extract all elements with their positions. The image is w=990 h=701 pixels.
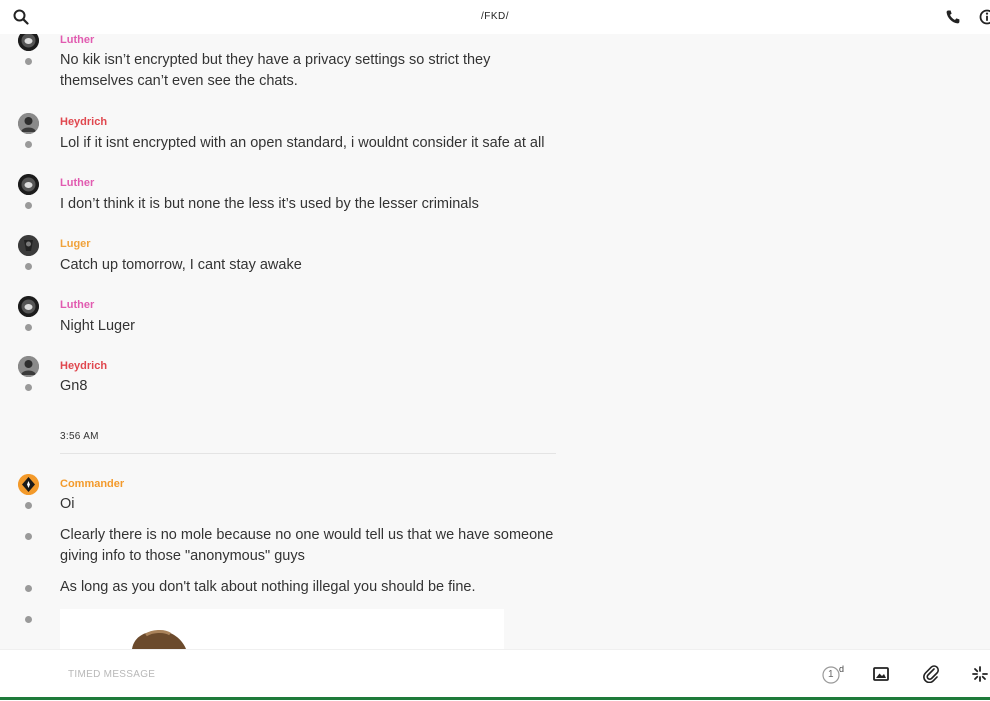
divider [60,453,556,454]
composer-bar: TIMED MESSAGE 1 d [0,649,990,701]
sender-name[interactable]: Luther [60,177,94,189]
message-list[interactable]: Luther No kik isn’t encrypted but they h… [0,34,990,649]
read-indicator [25,616,32,623]
sticker-icon[interactable] [972,666,988,682]
avatar[interactable] [18,174,39,195]
avatar[interactable] [18,235,39,256]
message-text[interactable]: Oi [60,494,560,515]
message-line: Oi [60,494,560,515]
timestamp: 3:56 AM [60,431,99,442]
read-indicator [25,502,32,509]
avatar[interactable] [18,356,39,377]
sender-name[interactable]: Heydrich [60,116,107,128]
message-input[interactable]: TIMED MESSAGE [68,669,155,680]
message-line: Night Luger [60,316,560,337]
message-line: Gn8 [60,376,560,397]
message-line: giving info to those "anonymous" guys [60,546,560,567]
sender-name[interactable]: Luger [60,238,91,250]
top-bar: /FKD/ [0,0,990,34]
message-line: Lol if it isnt encrypted with an open st… [60,133,560,154]
sender-name[interactable]: Heydrich [60,360,107,372]
message-line: themselves can’t even see the chats. [60,71,560,92]
message-text[interactable]: Clearly there is no mole because no one … [60,525,560,567]
read-indicator [25,384,32,391]
avatar[interactable] [18,296,39,317]
read-indicator [25,141,32,148]
read-indicator [25,202,32,209]
read-indicator [25,533,32,540]
message-text[interactable]: I don’t think it is but none the less it… [60,194,560,215]
sender-name[interactable]: Luther [60,299,94,311]
avatar[interactable] [18,113,39,134]
message-text[interactable]: Gn8 [60,376,560,397]
message-text[interactable]: Catch up tomorrow, I cant stay awake [60,255,560,276]
timer-value: 1 [828,669,834,680]
message-text[interactable]: No kik isn’t encrypted but they have a p… [60,50,560,92]
chat-title: /FKD/ [0,11,990,22]
read-indicator [25,585,32,592]
message-line: As long as you don't talk about nothing … [60,577,560,598]
timer-unit: d [839,664,844,674]
message-text[interactable]: Night Luger [60,316,560,337]
image-attachment[interactable] [60,609,504,649]
read-indicator [25,263,32,270]
message-text[interactable]: Lol if it isnt encrypted with an open st… [60,133,560,154]
avatar[interactable] [18,34,39,51]
paperclip-icon[interactable] [923,665,939,683]
read-indicator [25,324,32,331]
phone-icon[interactable] [945,9,961,25]
image-icon[interactable] [873,666,889,682]
info-icon[interactable] [979,9,990,25]
avatar[interactable] [18,474,39,495]
message-line: I don’t think it is but none the less it… [60,194,560,215]
timer-button[interactable]: 1 d [822,665,848,685]
sender-name[interactable]: Luther [60,34,94,46]
message-line: Clearly there is no mole because no one … [60,525,560,546]
sender-name[interactable]: Commander [60,478,124,490]
message-line: Catch up tomorrow, I cant stay awake [60,255,560,276]
read-indicator [25,58,32,65]
message-line: No kik isn’t encrypted but they have a p… [60,50,560,71]
message-text[interactable]: As long as you don't talk about nothing … [60,577,560,598]
